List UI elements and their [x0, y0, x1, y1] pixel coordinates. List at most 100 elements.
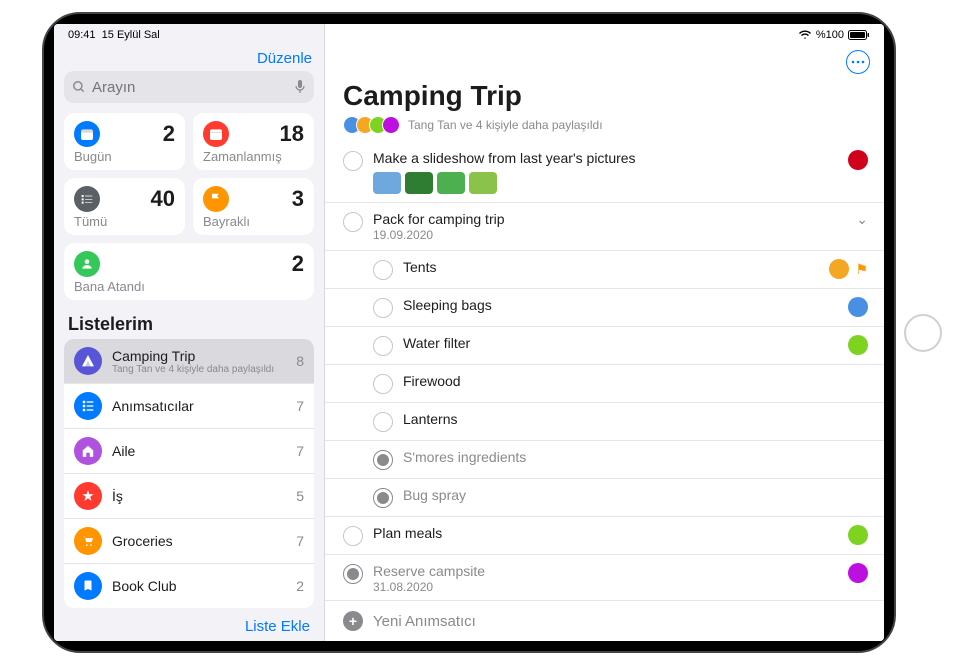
list-item[interactable]: Book Club 2 [64, 564, 314, 608]
list-subtitle: Tang Tan ve 4 kişiyle daha paylaşıldı [112, 364, 286, 375]
list-icon [74, 527, 102, 555]
reminder-title: Firewood [403, 373, 858, 389]
list-name: Book Club [112, 578, 286, 594]
all-icon [74, 186, 100, 212]
list-item[interactable]: Groceries 7 [64, 519, 314, 564]
list-icon [74, 482, 102, 510]
reminder-title: Reserve campsite [373, 563, 838, 579]
shared-text: Tang Tan ve 4 kişiyle daha paylaşıldı [408, 118, 603, 132]
reminder-title: Tents [403, 259, 819, 275]
smart-count: 18 [280, 121, 304, 147]
list-count: 8 [296, 353, 304, 369]
list-item[interactable]: Camping Trip Tang Tan ve 4 kişiyle daha … [64, 339, 314, 384]
assignee-avatar [848, 150, 868, 170]
add-list-button[interactable]: Liste Ekle [54, 612, 324, 641]
list-item[interactable]: İş 5 [64, 474, 314, 519]
lists-container: Camping Trip Tang Tan ve 4 kişiyle daha … [64, 339, 314, 608]
status-bar-left: 09:41 15 Eylül Sal [54, 24, 324, 44]
smart-list-scheduled[interactable]: 18 Zamanlanmış [193, 113, 314, 170]
list-count: 7 [296, 443, 304, 459]
reminder-row[interactable]: Tents ⚑ [325, 251, 884, 289]
list-icon [74, 392, 102, 420]
list-count: 5 [296, 488, 304, 504]
reminder-title: Plan meals [373, 525, 838, 541]
reminder-title: Make a slideshow from last year's pictur… [373, 150, 838, 166]
smart-label: Tümü [74, 214, 175, 229]
smart-label: Bana Atandı [74, 279, 304, 294]
thumbnail [373, 172, 401, 194]
smart-label: Bugün [74, 149, 175, 164]
home-button[interactable] [904, 314, 942, 352]
smart-count: 2 [163, 121, 175, 147]
reminder-row[interactable]: Make a slideshow from last year's pictur… [325, 142, 884, 203]
list-name: Aile [112, 443, 286, 459]
completion-circle[interactable] [343, 526, 363, 546]
completion-circle[interactable] [373, 298, 393, 318]
reminder-title: Pack for camping trip [373, 211, 846, 227]
more-button[interactable] [846, 50, 870, 74]
smart-count: 40 [151, 186, 175, 212]
list-name: Groceries [112, 533, 286, 549]
completion-circle[interactable] [373, 450, 393, 470]
status-time: 09:41 [68, 29, 96, 41]
completion-circle[interactable] [373, 488, 393, 508]
reminder-row[interactable]: Plan meals [325, 517, 884, 555]
reminder-row[interactable]: Lanterns [325, 403, 884, 441]
smart-label: Bayraklı [203, 214, 304, 229]
reminder-date: 31.08.2020 [373, 580, 838, 594]
reminder-date: 19.09.2020 [373, 228, 846, 242]
reminder-row[interactable]: Sleeping bags [325, 289, 884, 327]
thumbnail [469, 172, 497, 194]
list-count: 2 [296, 578, 304, 594]
list-item[interactable]: Aile 7 [64, 429, 314, 474]
flagged-icon [203, 186, 229, 212]
reminder-title: Sleeping bags [403, 297, 838, 313]
edit-button[interactable]: Düzenle [257, 50, 312, 67]
completion-circle[interactable] [373, 336, 393, 356]
completion-circle[interactable] [373, 260, 393, 280]
completion-circle[interactable] [373, 412, 393, 432]
search-icon [72, 80, 86, 94]
wifi-icon [798, 30, 812, 40]
smart-list-assigned[interactable]: 2 Bana Atandı [64, 243, 314, 300]
search-input[interactable] [92, 79, 294, 96]
list-name: Camping Trip [112, 348, 286, 364]
assignee-avatar [848, 525, 868, 545]
reminder-row[interactable]: Bug spray [325, 479, 884, 517]
completion-circle[interactable] [343, 564, 363, 584]
assignee-avatar [848, 297, 868, 317]
scheduled-icon [203, 121, 229, 147]
thumbnail [405, 172, 433, 194]
completion-circle[interactable] [373, 374, 393, 394]
list-item[interactable]: Anımsatıcılar 7 [64, 384, 314, 429]
reminder-row[interactable]: Reserve campsite 31.08.2020 [325, 555, 884, 600]
smart-list-all[interactable]: 40 Tümü [64, 178, 185, 235]
mic-icon[interactable] [294, 79, 306, 95]
new-reminder-label: Yeni Anımsatıcı [373, 613, 476, 630]
chevron-down-icon[interactable]: ⌄ [856, 211, 868, 228]
smart-list-flagged[interactable]: 3 Bayraklı [193, 178, 314, 235]
smart-lists-grid: 2 Bugün 18 Zamanlanmış 40 Tümü 3 Bayrakl… [54, 113, 324, 308]
search-field[interactable] [64, 71, 314, 103]
reminder-row[interactable]: S'mores ingredients [325, 441, 884, 479]
assignee-avatar [829, 259, 849, 279]
list-name: İş [112, 488, 286, 504]
battery-icon [848, 30, 870, 40]
reminder-row[interactable]: Firewood [325, 365, 884, 403]
list-name: Anımsatıcılar [112, 398, 286, 414]
reminder-title: Lanterns [403, 411, 858, 427]
shared-with-row[interactable]: Tang Tan ve 4 kişiyle daha paylaşıldı [325, 114, 884, 142]
reminder-row[interactable]: Water filter [325, 327, 884, 365]
smart-list-today[interactable]: 2 Bugün [64, 113, 185, 170]
completion-circle[interactable] [343, 212, 363, 232]
avatar [382, 116, 400, 134]
completion-circle[interactable] [343, 151, 363, 171]
shared-avatars [343, 116, 400, 134]
smart-count: 2 [292, 251, 304, 277]
reminder-row[interactable]: Pack for camping trip 19.09.2020 ⌄ [325, 203, 884, 251]
status-bar-right: %100 [325, 24, 884, 44]
assignee-avatar [848, 563, 868, 583]
reminder-title: S'mores ingredients [403, 449, 858, 465]
reminder-thumbnails [373, 172, 838, 194]
new-reminder-button[interactable]: + Yeni Anımsatıcı [325, 600, 884, 641]
